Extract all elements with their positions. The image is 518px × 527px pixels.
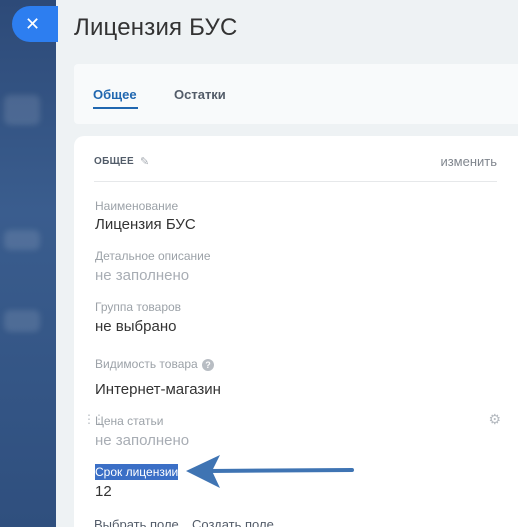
help-icon[interactable]: ? [202,359,214,371]
tabs-bar: Общее Остатки [74,64,518,124]
tab-stock[interactable]: Остатки [174,87,226,102]
edit-section-link[interactable]: изменить [440,154,497,169]
page-title: Лицензия БУС [74,14,238,41]
section-divider [94,181,497,182]
field-value-license-term[interactable]: 12 [95,483,112,500]
gear-icon[interactable]: ⚙ [488,411,501,428]
blurred-block [4,95,40,125]
field-value-description[interactable]: не заполнено [95,267,189,284]
field-label-article-price: Цена статьи [95,414,164,428]
section-header: ОБЩЕЕ [94,156,134,167]
field-label-name: Наименование [95,199,179,213]
field-value-product-group[interactable]: не выбрано [95,318,176,335]
active-tab-underline [93,107,138,109]
blurred-block [4,230,40,250]
slider-panel: Лицензия БУС Общее Остатки ОБЩЕЕ ✎ измен… [56,0,518,527]
field-label-description: Детальное описание [95,249,211,263]
field-value-name[interactable]: Лицензия БУС [95,216,196,233]
field-label-license-term: Срок лицензии [95,464,179,480]
choose-field-link[interactable]: Выбрать поле [94,517,179,527]
background-page [0,0,56,527]
field-label-product-group: Группа товаров [95,300,182,314]
pencil-icon[interactable]: ✎ [140,155,152,168]
close-button[interactable]: ✕ [12,6,58,42]
field-label-visibility: Видимость товара [95,357,198,371]
tab-general[interactable]: Общее [93,87,137,102]
create-field-link[interactable]: Создать поле [192,517,274,527]
general-section-card: ОБЩЕЕ ✎ изменить Наименование Лицензия Б… [74,136,518,527]
blurred-block [4,310,40,332]
field-value-article-price[interactable]: не заполнено [95,432,189,449]
close-icon: ✕ [25,13,41,34]
field-value-visibility[interactable]: Интернет-магазин [95,381,221,398]
